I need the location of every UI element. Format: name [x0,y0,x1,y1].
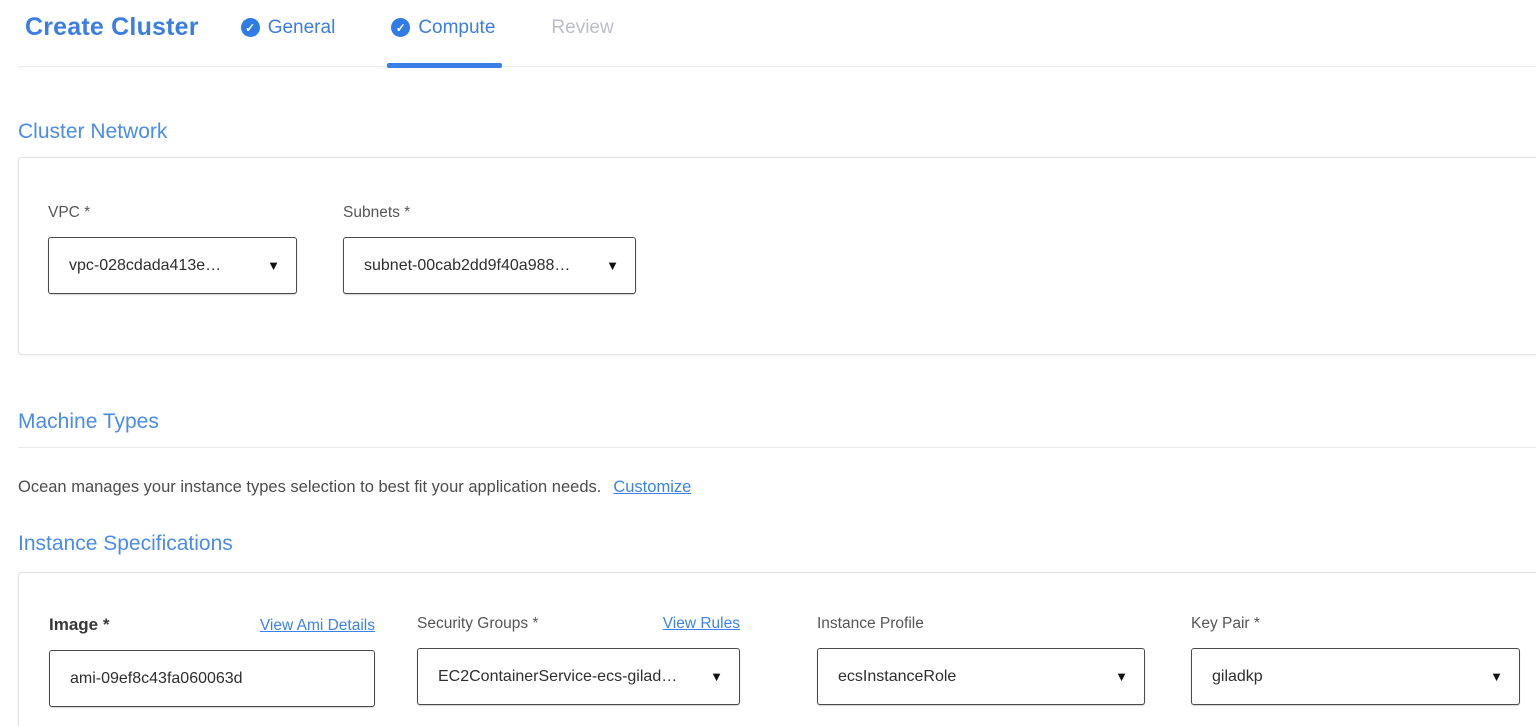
chevron-down-icon: ▼ [606,258,619,273]
section-title-instance-specifications: Instance Specifications [18,532,233,556]
key-pair-label: Key Pair * [1191,615,1520,633]
subnets-label: Subnets * [343,204,636,222]
security-groups-label: Security Groups * [417,615,538,633]
chevron-down-icon: ▼ [710,669,723,684]
vpc-label: VPC * [48,204,297,222]
vpc-field: VPC * vpc-028cdada413e… ▼ [48,204,297,294]
security-groups-field: Security Groups * View Rules EC2Containe… [417,615,740,705]
vpc-selected-value: vpc-028cdada413e… [69,257,221,275]
instance-profile-field: Instance Profile ecsInstanceRole ▼ [817,615,1145,705]
customize-link[interactable]: Customize [613,478,691,496]
tab-review-label: Review [551,17,613,39]
machine-types-description-text: Ocean manages your instance types select… [18,478,601,496]
tab-general[interactable]: ✓ General [241,17,336,39]
instance-profile-select[interactable]: ecsInstanceRole ▼ [817,648,1145,705]
machine-types-description: Ocean manages your instance types select… [18,478,691,497]
subnets-select[interactable]: subnet-00cab2dd9f40a988… ▼ [343,237,636,294]
section-title-machine-types: Machine Types [18,410,159,434]
wizard-steps: ✓ General ✓ Compute Review [241,17,614,39]
tab-review[interactable]: Review [551,17,613,39]
header-divider [18,66,1536,67]
active-tab-indicator [387,63,502,68]
vpc-select[interactable]: vpc-028cdada413e… ▼ [48,237,297,294]
tab-compute-label: Compute [418,17,495,39]
instance-profile-selected-value: ecsInstanceRole [838,668,956,686]
subnets-selected-value: subnet-00cab2dd9f40a988… [364,257,570,275]
machine-types-divider [18,447,1536,448]
view-rules-link[interactable]: View Rules [663,615,740,633]
subnets-field: Subnets * subnet-00cab2dd9f40a988… ▼ [343,204,636,294]
image-field: Image * View Ami Details [49,615,375,707]
tab-general-label: General [268,17,336,39]
image-label: Image * [49,615,109,635]
check-circle-icon: ✓ [391,18,410,37]
chevron-down-icon: ▼ [1115,669,1128,684]
instance-profile-label: Instance Profile [817,615,1145,633]
security-groups-selected-value: EC2ContainerService-ecs-gilad… [438,668,677,686]
chevron-down-icon: ▼ [267,258,280,273]
key-pair-field: Key Pair * giladkp ▼ [1191,615,1520,705]
chevron-down-icon: ▼ [1490,669,1503,684]
wizard-header: Create Cluster ✓ General ✓ Compute Revie… [0,0,1536,66]
tab-compute[interactable]: ✓ Compute [391,17,495,39]
check-circle-icon: ✓ [241,18,260,37]
section-title-cluster-network: Cluster Network [18,120,167,144]
security-groups-select[interactable]: EC2ContainerService-ecs-gilad… ▼ [417,648,740,705]
page-title: Create Cluster [25,13,199,42]
key-pair-select[interactable]: giladkp ▼ [1191,648,1520,705]
view-ami-details-link[interactable]: View Ami Details [260,617,375,635]
key-pair-selected-value: giladkp [1212,668,1263,686]
image-input[interactable] [49,650,375,707]
